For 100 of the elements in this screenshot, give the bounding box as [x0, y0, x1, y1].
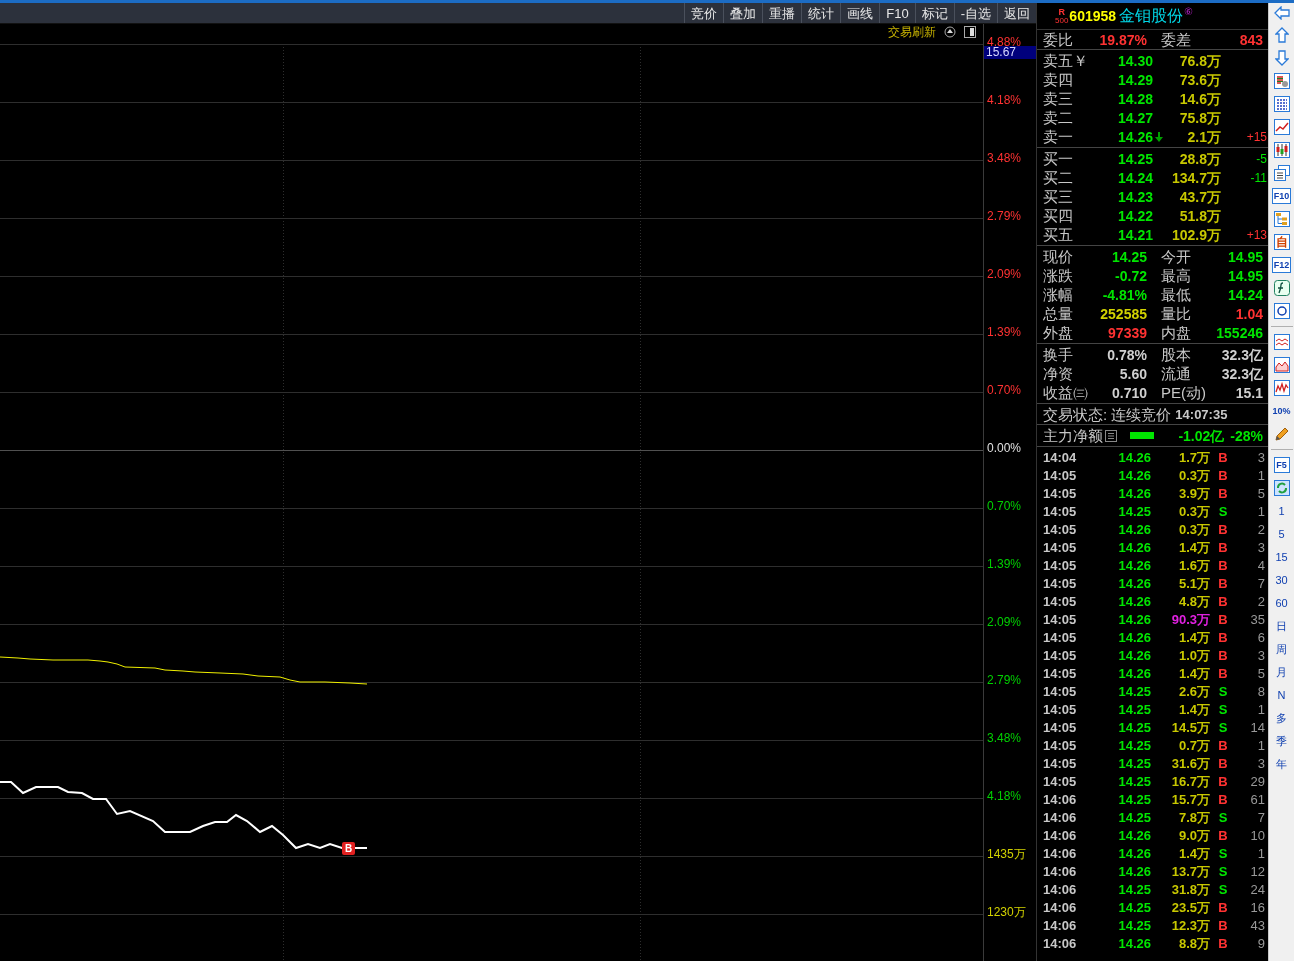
trade-time: 14:06: [1043, 882, 1078, 896]
f5-button[interactable]: F5: [1273, 457, 1290, 473]
panel-toggle-icon[interactable]: [964, 26, 976, 38]
flow-percent: -28%: [1230, 428, 1263, 443]
period-button[interactable]: 5: [1278, 526, 1285, 542]
area-chart-icon[interactable]: [1273, 357, 1290, 373]
period-button[interactable]: 周: [1276, 641, 1287, 657]
trade-price: 14.25: [1117, 882, 1151, 896]
trade-count: 5: [1256, 666, 1265, 680]
trade-side: B: [1217, 666, 1229, 680]
trade-side: B: [1217, 522, 1229, 536]
trade-side: B: [1217, 774, 1229, 788]
price: 14.29: [1117, 72, 1153, 87]
toolbar-button[interactable]: -自选: [953, 3, 997, 23]
toolbar-button[interactable]: 标记: [914, 3, 954, 23]
trade-price: 14.25: [1117, 720, 1151, 734]
trade-price: 14.25: [1117, 684, 1151, 698]
volume: 134.7万: [1170, 170, 1221, 185]
level-label: 买一: [1043, 151, 1074, 166]
trade-price: 14.25: [1117, 738, 1151, 752]
toolbar-button[interactable]: 统计: [801, 3, 841, 23]
f12-button[interactable]: F12: [1271, 257, 1292, 273]
refresh-icon[interactable]: [1273, 480, 1290, 496]
trade-volume: 1.6万: [1177, 558, 1210, 572]
price: 14.21: [1117, 227, 1153, 242]
volume: 51.8万: [1178, 208, 1221, 223]
trade-price: 14.26: [1117, 648, 1151, 662]
trade-volume: 31.6万: [1170, 756, 1210, 770]
stat-value: 32.3亿: [1220, 366, 1263, 381]
trade-side: B: [1217, 540, 1229, 554]
price: 14.27: [1117, 110, 1153, 125]
period-button[interactable]: 多: [1276, 710, 1287, 726]
down-arrow-icon[interactable]: [1274, 50, 1289, 66]
percent-button[interactable]: 10%: [1271, 403, 1292, 419]
trade-time: 14:05: [1043, 738, 1078, 752]
volume: 73.6万: [1178, 72, 1221, 87]
period-button[interactable]: 15: [1275, 549, 1288, 565]
trade-count: 8: [1256, 684, 1265, 698]
period-button[interactable]: N: [1277, 687, 1286, 703]
trade-volume: 1.4万: [1177, 630, 1210, 644]
axis-label: 0.00%: [987, 441, 1022, 455]
trade-volume: 90.3万: [1170, 612, 1210, 626]
trade-volume: 13.7万: [1170, 864, 1210, 878]
trade-time: 14:04: [1043, 450, 1078, 464]
axis-label: 0.70%: [987, 383, 1022, 397]
trade-time: 14:05: [1043, 540, 1078, 554]
axis-label: 3.48%: [987, 731, 1022, 745]
period-button[interactable]: 月: [1276, 664, 1287, 680]
line-chart-icon[interactable]: [1273, 119, 1290, 135]
trade-count: 2: [1256, 522, 1265, 536]
toolbar-button[interactable]: 竞价: [684, 3, 724, 23]
table-icon[interactable]: [1273, 96, 1290, 112]
up-arrow-icon[interactable]: [1274, 27, 1289, 43]
zigzag-chart-icon[interactable]: [1273, 380, 1290, 396]
trade-count: 3: [1256, 648, 1265, 662]
period-button[interactable]: 60: [1275, 595, 1288, 611]
price: 14.30: [1117, 53, 1153, 68]
trade-price: 14.26: [1117, 630, 1151, 644]
trade-count: 10: [1249, 828, 1265, 842]
toolbar-button[interactable]: 叠加: [723, 3, 763, 23]
candlestick-icon[interactable]: [1273, 142, 1290, 158]
stat-value: 97339: [1107, 325, 1147, 340]
trade-price: 14.26: [1117, 558, 1151, 572]
axis-label: 2.79%: [987, 673, 1022, 687]
period-button[interactable]: 季: [1276, 733, 1287, 749]
trade-side: B: [1217, 612, 1229, 626]
period-button[interactable]: 年: [1276, 756, 1287, 772]
self-select-button[interactable]: 自: [1273, 234, 1290, 250]
back-arrow-icon[interactable]: [1273, 6, 1290, 20]
main-flow-label: 主力净额: [1043, 428, 1103, 443]
trade-side: B: [1217, 738, 1229, 752]
circle-icon[interactable]: [1273, 303, 1290, 319]
windows-icon[interactable]: [1273, 165, 1290, 181]
list-icon[interactable]: [1105, 429, 1117, 442]
trade-volume: 5.1万: [1177, 576, 1210, 590]
trade-side: S: [1217, 504, 1229, 518]
level-label: 卖五￥: [1043, 53, 1089, 68]
refresh-label[interactable]: 交易刷新: [888, 26, 936, 38]
period-button[interactable]: 30: [1275, 572, 1288, 588]
trade-count: 1: [1256, 504, 1265, 518]
period-button[interactable]: 1: [1278, 503, 1285, 519]
tree-icon[interactable]: [1273, 211, 1290, 227]
trade-side: S: [1217, 684, 1229, 698]
pencil-icon[interactable]: [1273, 426, 1290, 442]
level-label: 买五: [1043, 227, 1074, 242]
stock-name: 金钼股份: [1119, 8, 1184, 24]
toolbar-button[interactable]: 重播: [762, 3, 802, 23]
toolbar-button[interactable]: F10: [879, 3, 915, 23]
f10-button[interactable]: F10: [1271, 188, 1292, 204]
trade-time: 14:06: [1043, 846, 1078, 860]
wave-chart-icon[interactable]: [1273, 334, 1290, 350]
function-icon[interactable]: [1273, 280, 1290, 296]
report-icon[interactable]: [1273, 73, 1290, 89]
toolbar-button[interactable]: 画线: [840, 3, 880, 23]
up-circle-icon[interactable]: [944, 26, 956, 38]
toolbar-button[interactable]: 返回: [997, 3, 1036, 23]
period-button[interactable]: 日: [1276, 618, 1287, 634]
trade-volume: 3.9万: [1177, 486, 1210, 500]
axis-label: 4.88%: [987, 35, 1022, 49]
trade-count: 3: [1256, 450, 1265, 464]
